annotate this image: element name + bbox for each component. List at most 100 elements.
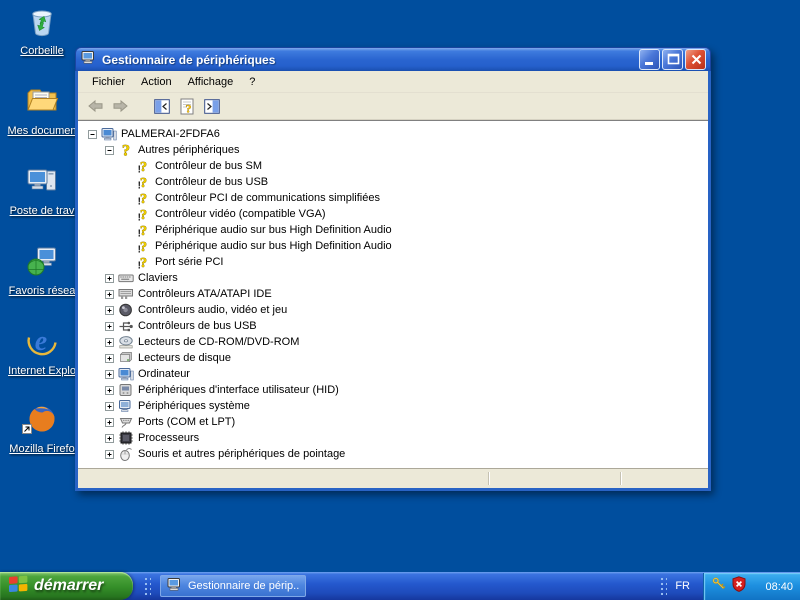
tree-item-label[interactable]: Processeurs (136, 432, 201, 444)
menu-action[interactable]: Action (133, 73, 180, 91)
tree-item-label[interactable]: Contrôleur PCI de communications simplif… (153, 192, 382, 204)
tree-expander-plus[interactable] (105, 306, 118, 315)
tree-expander-plus[interactable] (105, 402, 118, 411)
tree-expander-plus[interactable] (105, 274, 118, 283)
unknown-device-icon: ?! (135, 190, 153, 206)
tree-expander-plus[interactable] (105, 418, 118, 427)
tree-item[interactable]: Périphériques système (78, 398, 708, 414)
tree-item-label[interactable]: Ordinateur (136, 368, 192, 380)
tree-item[interactable]: ?! Contrôleur vidéo (compatible VGA) (78, 206, 708, 222)
tree-item-label[interactable]: Contrôleurs audio, vidéo et jeu (136, 304, 289, 316)
tree-expander-minus[interactable] (105, 146, 118, 155)
tree-item[interactable]: Contrôleurs ATA/ATAPI IDE (78, 286, 708, 302)
svg-text:?: ? (140, 192, 147, 206)
security-shield-icon[interactable] (731, 576, 747, 597)
tree-expander-plus[interactable] (105, 450, 118, 459)
tree-item-label[interactable]: Contrôleur de bus USB (153, 176, 270, 188)
tree-item-label[interactable]: Ports (COM et LPT) (136, 416, 237, 428)
menu-affichage[interactable]: Affichage (180, 73, 242, 91)
desktop-icon-my-documents[interactable]: Mes documen (2, 84, 82, 137)
svg-text:!: ! (138, 165, 141, 174)
tree-item[interactable]: PALMERAI-2FDFA6 (78, 126, 708, 142)
tree-expander-minus[interactable] (88, 130, 101, 139)
tree-item[interactable]: ?!Contrôleur PCI de communications simpl… (78, 190, 708, 206)
tree-item-label[interactable]: Contrôleur de bus SM (153, 160, 264, 172)
start-button[interactable]: démarrer (0, 572, 133, 600)
menu-aide[interactable]: ? (241, 73, 263, 91)
desktop-icon-label: Internet Explo (2, 365, 82, 377)
desktop-icon-recycle-bin[interactable]: Corbeille (2, 4, 82, 57)
tree-item-label[interactable]: Contrôleur vidéo (compatible VGA) (153, 208, 328, 220)
unknown-device-icon: ?! (135, 158, 153, 174)
unknown-category-icon: ? (118, 142, 136, 158)
close-button[interactable] (685, 49, 706, 70)
tree-expander-plus[interactable] (105, 434, 118, 443)
quick-launch-handle[interactable] (144, 577, 151, 595)
svg-text:!: ! (138, 213, 141, 222)
taskbar-task-device-manager[interactable]: Gestionnaire de périp... (160, 575, 306, 597)
tree-item-label[interactable]: Contrôleurs ATA/ATAPI IDE (136, 288, 274, 300)
tree-item-label[interactable]: Périphérique audio sur bus High Definiti… (153, 224, 394, 236)
tray-handle[interactable] (660, 577, 667, 595)
tree-expander-plus[interactable] (105, 290, 118, 299)
tree-item[interactable]: Périphériques d'interface utilisateur (H… (78, 382, 708, 398)
tree-item-label[interactable]: Contrôleurs de bus USB (136, 320, 259, 332)
taskbar: démarrer Gestionnaire de périp... FR (0, 572, 800, 600)
tree-item-label[interactable]: Souris et autres périphériques de pointa… (136, 448, 347, 460)
tree-expander-plus[interactable] (105, 322, 118, 331)
svg-text:!: ! (138, 245, 141, 254)
tree-item-label[interactable]: Périphérique audio sur bus High Definiti… (153, 240, 394, 252)
desktop-icon-my-computer[interactable]: Poste de trav (2, 164, 82, 217)
show-console-tree-icon[interactable] (151, 95, 173, 117)
clock[interactable]: 08:40 (765, 581, 793, 593)
my-computer-icon (24, 164, 60, 200)
windows-logo-icon (8, 574, 29, 599)
desktop-icon-network-places[interactable]: Favoris résea (2, 244, 82, 297)
tree-item[interactable]: ?!Périphérique audio sur bus High Defini… (78, 238, 708, 254)
keys-icon[interactable] (711, 576, 727, 597)
tree-item[interactable]: Contrôleurs audio, vidéo et jeu (78, 302, 708, 318)
tree-item-label[interactable]: PALMERAI-2FDFA6 (119, 128, 222, 140)
tree-item[interactable]: Ports (COM et LPT) (78, 414, 708, 430)
tree-item[interactable]: Claviers (78, 270, 708, 286)
tree-item[interactable]: Processeurs (78, 430, 708, 446)
tree-item-label[interactable]: Périphériques système (136, 400, 252, 412)
tree-item[interactable]: Lecteurs de disque (78, 350, 708, 366)
tree-expander-plus[interactable] (105, 370, 118, 379)
svg-text:?: ? (140, 176, 147, 190)
tree-item-label[interactable]: Autres périphériques (136, 144, 242, 156)
desktop-icon-label: Mes documen (2, 125, 82, 137)
tree-item-label[interactable]: Périphériques d'interface utilisateur (H… (136, 384, 341, 396)
tree-item[interactable]: Ordinateur (78, 366, 708, 382)
desktop-icon-internet-explorer[interactable]: eInternet Explo (2, 324, 82, 377)
tree-item[interactable]: ?!Port série PCI (78, 254, 708, 270)
tree-item[interactable]: Souris et autres périphériques de pointa… (78, 446, 708, 462)
tree-item-label[interactable]: Claviers (136, 272, 180, 284)
minimize-button[interactable] (639, 49, 660, 70)
tree-expander-plus[interactable] (105, 354, 118, 363)
tree-item-label[interactable]: Lecteurs de CD-ROM/DVD-ROM (136, 336, 301, 348)
forward-arrow-icon[interactable] (109, 95, 131, 117)
tree-item-label[interactable]: Port série PCI (153, 256, 225, 268)
back-arrow-icon[interactable] (84, 95, 106, 117)
tree-item[interactable]: ?!Périphérique audio sur bus High Defini… (78, 222, 708, 238)
desktop[interactable]: Corbeille Mes documen Poste de trav Favoris… (0, 0, 800, 600)
tree-item[interactable]: ?!Contrôleur de bus SM (78, 158, 708, 174)
show-action-pane-icon[interactable] (201, 95, 223, 117)
tree-item-label[interactable]: Lecteurs de disque (136, 352, 233, 364)
desktop-icon-mozilla-firefox[interactable]: Mozilla Firefo (2, 402, 82, 455)
tree-item[interactable]: Lecteurs de CD-ROM/DVD-ROM (78, 334, 708, 350)
tree-expander-plus[interactable] (105, 386, 118, 395)
window-titlebar[interactable]: Gestionnaire de périphériques (75, 47, 711, 71)
desktop-icon-label: Corbeille (2, 45, 82, 57)
help-icon[interactable]: ? (176, 95, 198, 117)
menu-fichier[interactable]: Fichier (84, 73, 133, 91)
svg-text:?: ? (140, 208, 147, 222)
tree-expander-plus[interactable] (105, 338, 118, 347)
status-separator (488, 472, 490, 485)
maximize-button[interactable] (662, 49, 683, 70)
tree-item[interactable]: Contrôleurs de bus USB (78, 318, 708, 334)
tree-item[interactable]: ?Autres périphériques (78, 142, 708, 158)
language-indicator[interactable]: FR (675, 572, 690, 600)
tree-item[interactable]: ?!Contrôleur de bus USB (78, 174, 708, 190)
